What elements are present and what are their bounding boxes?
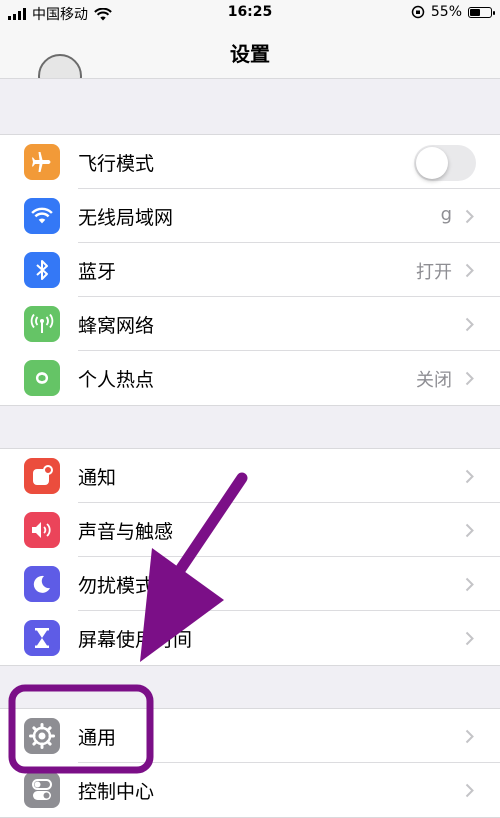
chevron-right-icon [465,729,474,744]
navigation-bar: 设置 [0,26,500,79]
bluetooth-icon [24,252,60,288]
settings-row-label: 个人热点 [78,369,155,391]
settings-row-label: 蓝牙 [78,261,117,283]
settings-row-control-center[interactable]: 控制中心 [0,763,500,817]
status-bar: 中国移动 16:25 55% [0,0,500,26]
annotation-overlay [8,472,248,774]
chevron-right-icon [465,371,474,386]
settings-group-notifications: 通知 声音与触感 勿扰模式 屏幕使用时间 [0,448,500,666]
bluetooth-value: 打开 [416,262,452,283]
settings-row-label: 蜂窝网络 [78,315,155,337]
settings-row-label: 勿扰模式 [78,575,155,597]
toggle-knob [416,147,448,179]
hourglass-icon [24,620,60,656]
settings-row-label: 控制中心 [78,781,155,803]
chevron-right-icon [465,631,474,646]
orientation-lock-icon [411,5,425,19]
sound-icon [24,512,60,548]
settings-row-cellular[interactable]: 蜂窝网络 [0,297,500,351]
moon-icon [24,566,60,602]
settings-row-dnd[interactable]: 勿扰模式 [0,557,500,611]
battery-icon [468,6,495,18]
chevron-right-icon [465,209,474,224]
chevron-right-icon [465,263,474,278]
settings-row-label: 通知 [78,467,117,489]
chevron-right-icon [465,317,474,332]
settings-row-airplane[interactable]: 飞行模式 [0,135,500,189]
settings-group-connectivity: 飞行模式 无线局域网 g 蓝牙 打开 蜂窝网络 个人热点 关闭 [0,134,500,406]
settings-row-screen-time[interactable]: 屏幕使用时间 [0,611,500,665]
notifications-icon [24,458,60,494]
settings-row-notifications[interactable]: 通知 [0,449,500,503]
settings-row-label: 通用 [78,727,117,749]
settings-row-label: 声音与触感 [78,521,174,543]
wifi-network-value: g [440,204,452,225]
gear-icon [24,718,60,754]
battery-percent: 55% [430,4,462,20]
settings-row-sounds[interactable]: 声音与触感 [0,503,500,557]
chevron-right-icon [465,783,474,798]
chevron-right-icon [465,523,474,538]
chevron-right-icon [465,469,474,484]
hotspot-value: 关闭 [416,370,452,391]
toggles-icon [24,772,60,808]
settings-row-hotspot[interactable]: 个人热点 关闭 [0,351,500,405]
chevron-right-icon [465,577,474,592]
page-title: 设置 [230,42,270,66]
settings-row-label: 飞行模式 [78,153,155,175]
settings-group-general: 通用 控制中心 [0,708,500,818]
settings-row-label: 无线局域网 [78,207,174,229]
airplane-toggle[interactable] [414,145,476,181]
airplane-icon [24,144,60,180]
settings-row-general[interactable]: 通用 [0,709,500,763]
wifi-icon [24,198,60,234]
settings-row-label: 屏幕使用时间 [78,629,193,651]
hotspot-icon [24,360,60,396]
status-right: 55% [411,4,495,20]
cellular-icon [24,306,60,342]
settings-row-bluetooth[interactable]: 蓝牙 打开 [0,243,500,297]
settings-row-wifi[interactable]: 无线局域网 g [0,189,500,243]
